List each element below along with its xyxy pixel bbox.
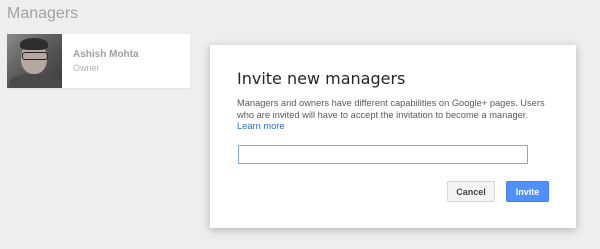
- manager-role: Owner: [73, 63, 100, 73]
- manager-card[interactable]: Ashish Mohta Owner: [7, 34, 190, 88]
- manager-name: Ashish Mohta: [73, 49, 139, 60]
- page-title: Managers: [7, 5, 79, 22]
- dialog-description: Managers and owners have different capab…: [237, 98, 545, 120]
- learn-more-link[interactable]: Learn more: [237, 121, 285, 131]
- dialog-title: Invite new managers: [237, 69, 406, 88]
- invite-email-input[interactable]: [238, 145, 528, 164]
- avatar: [7, 34, 62, 88]
- cancel-button[interactable]: Cancel: [447, 181, 495, 202]
- invite-button[interactable]: Invite: [506, 181, 549, 202]
- invite-managers-dialog: Invite new managers Managers and owners …: [210, 45, 576, 228]
